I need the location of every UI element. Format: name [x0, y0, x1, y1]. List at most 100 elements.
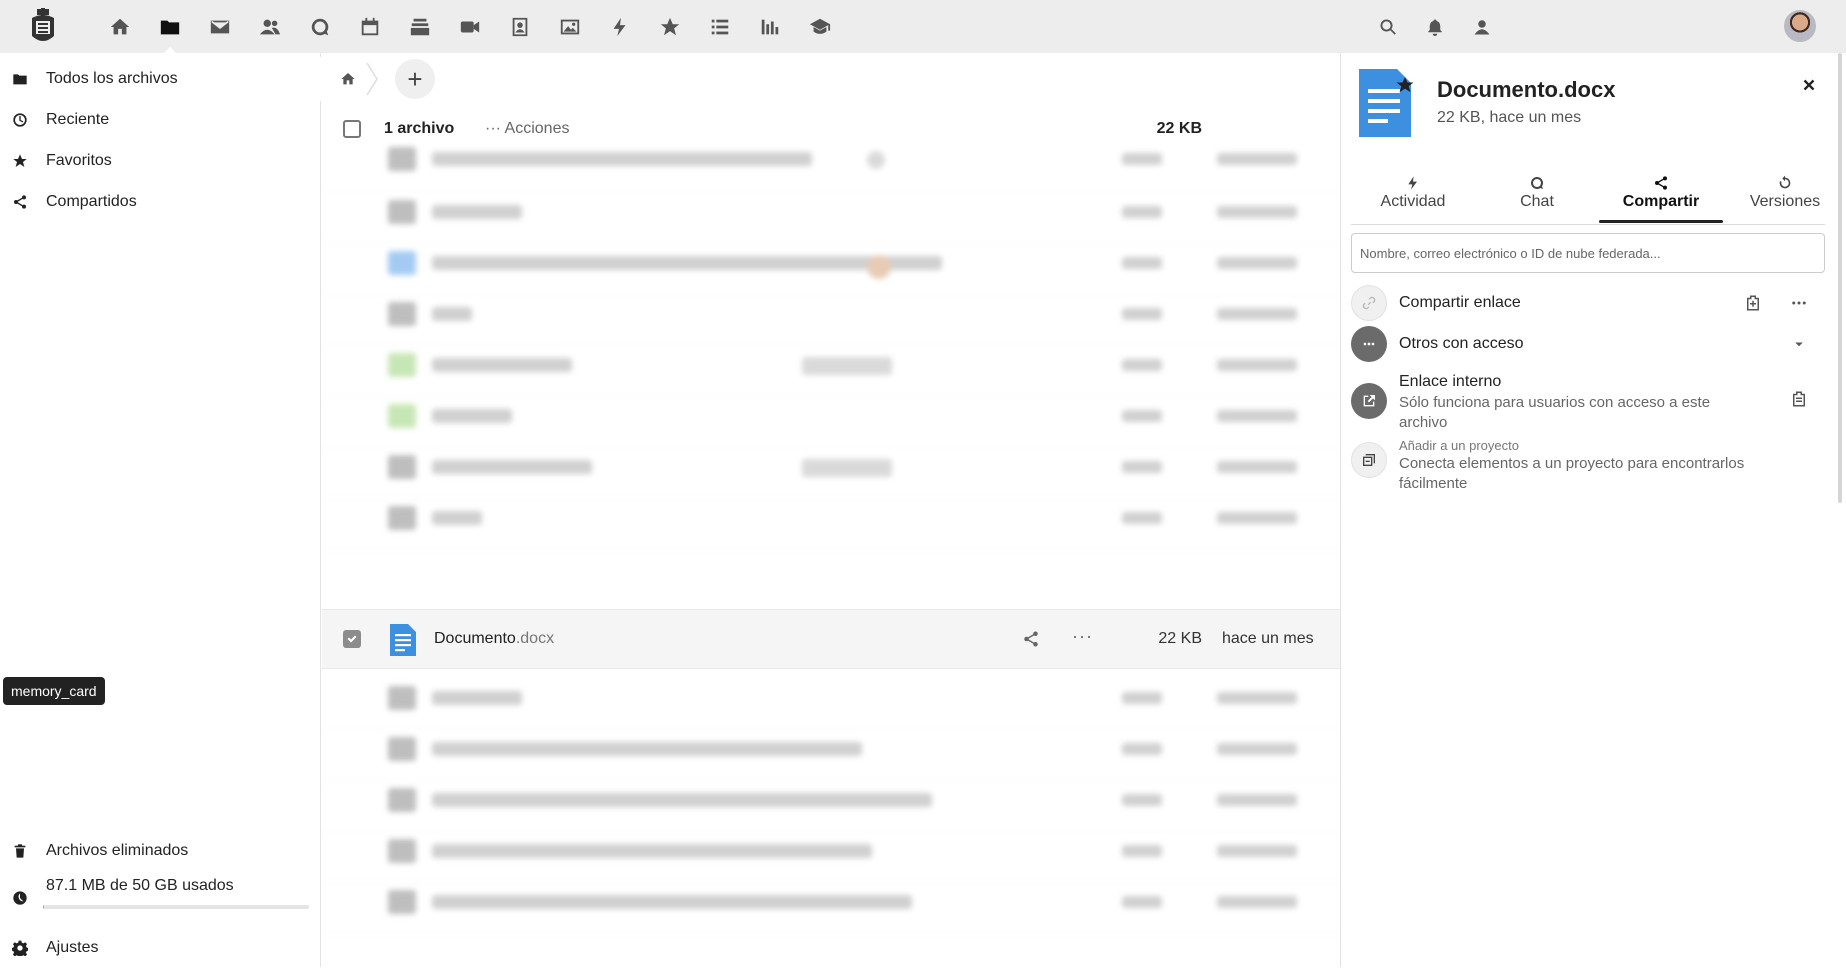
table-row-selected[interactable]: Documento.docx ··· 22 KB hace un mes [322, 609, 1340, 669]
clock-icon [13, 113, 27, 127]
sidebar-item-label: Reciente [46, 111, 110, 128]
project-title: Añadir a un proyecto [1399, 438, 1519, 453]
deck-icon[interactable] [400, 0, 440, 53]
new-file-button[interactable]: + [395, 59, 435, 99]
document-favorite-icon [1359, 69, 1413, 137]
tab-label: Compartir [1622, 193, 1700, 210]
tab-activity[interactable]: Actividad [1351, 167, 1475, 223]
notifications-icon[interactable] [1415, 0, 1455, 53]
file-name[interactable]: Documento.docx [434, 630, 554, 648]
sidebar-item-label: Favoritos [46, 152, 112, 169]
sidebar-item-settings[interactable]: Ajustes [0, 926, 321, 970]
others-with-access-label: Otros con acceso [1399, 335, 1524, 352]
tabs-divider [1351, 224, 1825, 225]
dots-icon [1351, 326, 1387, 362]
tab-label: Actividad [1380, 193, 1446, 210]
sidebar-item-shared[interactable]: Compartidos [0, 180, 321, 224]
share-search-input[interactable] [1351, 233, 1825, 273]
details-subtitle: 22 KB, hace un mes [1437, 109, 1582, 126]
tab-chat[interactable]: Chat [1475, 167, 1599, 223]
trash-icon [14, 844, 26, 858]
link-icon [1351, 285, 1387, 321]
mail-icon[interactable] [200, 0, 240, 53]
tab-share[interactable]: Compartir [1599, 167, 1723, 223]
history-icon [1779, 175, 1791, 189]
others-with-access-row[interactable]: Otros con acceso [1351, 326, 1825, 366]
row-checkbox-checked[interactable] [343, 630, 361, 648]
file-size: 22 KB [1158, 630, 1202, 647]
analytics-icon[interactable] [750, 0, 790, 53]
search-icon[interactable] [1368, 0, 1408, 53]
avatar[interactable] [1784, 10, 1816, 42]
chevron-down-icon[interactable] [1785, 330, 1813, 358]
tooltip: memory_card [3, 677, 105, 705]
internal-link-description: Sólo funciona para usuarios con acceso a… [1399, 394, 1711, 431]
external-link-icon [1351, 383, 1387, 419]
project-description: Conecta elementos a un proyecto para enc… [1399, 455, 1745, 492]
contacts-menu-icon[interactable] [1462, 0, 1502, 53]
check-icon [347, 635, 357, 643]
details-sidebar: Documento.docx 22 KB, hace un mes Activi… [1340, 53, 1834, 967]
sidebar-item-label: Todos los archivos [46, 70, 178, 87]
sidebar-item-trash[interactable]: Archivos eliminados [0, 829, 321, 873]
chat-icon[interactable] [300, 0, 340, 53]
sidebar-item-recent[interactable]: Reciente [0, 98, 321, 142]
logo-icon[interactable] [26, 8, 60, 46]
project-icon [1351, 442, 1387, 478]
tasks-icon[interactable] [700, 0, 740, 53]
star-icon[interactable] [650, 0, 690, 53]
sidebar-item-label: Compartidos [46, 193, 137, 210]
quota-label: 87.1 MB de 50 GB usados [46, 877, 234, 894]
activity-icon[interactable] [600, 0, 640, 53]
table-row[interactable] [322, 874, 1340, 934]
close-icon[interactable] [1795, 71, 1823, 99]
chat-icon [1531, 176, 1544, 189]
add-to-project-row[interactable]: Añadir a un proyecto Conecta elementos a… [1351, 436, 1825, 496]
file-extension: .docx [515, 630, 555, 647]
quota-progress-bar [43, 905, 309, 909]
folder-icon [13, 74, 27, 85]
share-icon[interactable] [1022, 630, 1042, 650]
home-icon[interactable] [100, 0, 140, 53]
internal-link-title: Enlace interno [1399, 373, 1502, 390]
document-icon [390, 624, 416, 656]
file-modified: hace un mes [1222, 630, 1314, 647]
share-icon [1655, 176, 1667, 190]
scrollbar[interactable] [1836, 53, 1846, 967]
breadcrumb-separator [366, 63, 378, 95]
table-row[interactable] [322, 131, 1340, 191]
video-icon[interactable] [450, 0, 490, 53]
tab-label: Versiones [1749, 193, 1821, 210]
quota-progress-fill [43, 905, 45, 909]
calendar-icon[interactable] [350, 0, 390, 53]
add-link-icon[interactable] [1739, 289, 1767, 317]
breadcrumb-home-icon[interactable] [336, 67, 360, 91]
share-link-label: Compartir enlace [1399, 294, 1521, 311]
image-icon[interactable] [550, 0, 590, 53]
pie-chart-icon [13, 891, 27, 905]
file-list: + 1 archivo ··· Acciones 22 KB Documento… [322, 53, 1340, 967]
education-icon[interactable] [800, 0, 840, 53]
file-basename: Documento [434, 630, 516, 647]
sidebar-item-all-files[interactable]: Todos los archivos [0, 57, 321, 101]
table-row[interactable] [322, 490, 1340, 550]
scrollbar-thumb[interactable] [1838, 53, 1842, 503]
share-icon [14, 195, 26, 209]
navigation-sidebar: Todos los archivos Reciente Favoritos Co… [0, 53, 321, 967]
star-icon [13, 154, 27, 167]
contact-card-icon[interactable] [500, 0, 540, 53]
more-options-icon[interactable] [1785, 289, 1813, 317]
contacts-icon[interactable] [250, 0, 290, 53]
activity-icon [1408, 176, 1417, 190]
folder-icon[interactable] [150, 0, 190, 53]
sidebar-item-favorites[interactable]: Favoritos [0, 139, 321, 183]
share-link-row[interactable]: Compartir enlace [1351, 285, 1825, 325]
tab-versions[interactable]: Versiones [1723, 167, 1846, 223]
copy-icon[interactable] [1785, 385, 1813, 413]
gear-icon [12, 940, 28, 956]
internal-link-row: Enlace interno Sólo funciona para usuari… [1351, 373, 1825, 431]
details-title: Documento.docx [1437, 77, 1616, 102]
top-header [0, 0, 1846, 53]
sidebar-item-label: Ajustes [46, 939, 99, 956]
tab-label: Chat [1520, 193, 1554, 210]
